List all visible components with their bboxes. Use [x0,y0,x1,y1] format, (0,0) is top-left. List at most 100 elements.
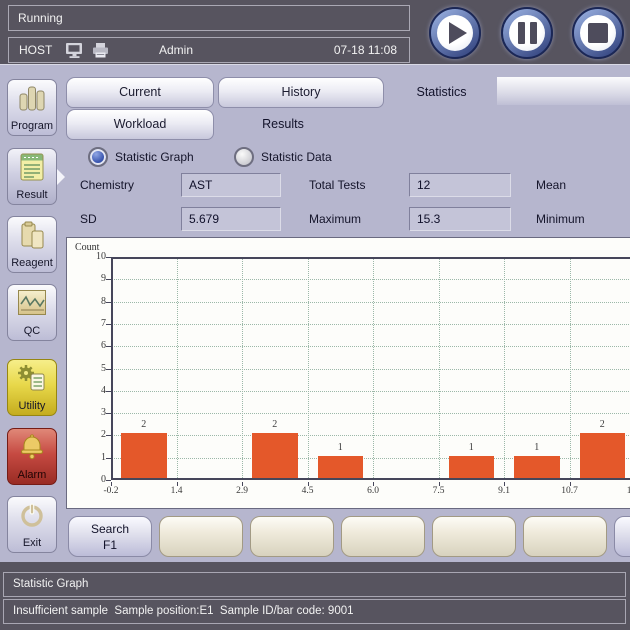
x-tick-label: 2.9 [224,486,260,496]
function-button-6[interactable] [523,516,607,557]
y-tick-label: 1 [71,452,106,463]
tab-results[interactable]: Results [218,109,348,140]
chart-bar [121,433,167,478]
x-axis-line [111,478,630,480]
x-tick-label: 9.1 [486,486,522,496]
bell-icon [17,433,47,461]
chart-bar-value: 1 [325,442,355,453]
pause-button-face [509,15,545,51]
chart-bar-value: 2 [260,419,290,430]
selected-item-arrow-icon [57,169,65,185]
printer-icon [91,42,110,62]
chart-bar [580,433,626,478]
x-tick-label: 1.4 [159,486,195,496]
function-button-2[interactable] [159,516,243,557]
statistic-data-radio[interactable] [234,147,254,167]
y-tick-label: 0 [71,474,106,485]
h-gridline [111,391,630,392]
sidebar-item-program[interactable]: Program [7,79,57,136]
status-area: Statistic Graph Insufficient sample Samp… [0,562,630,630]
sidebar-item-utility[interactable]: Utility [7,359,57,416]
y-tick-label: 10 [71,251,106,262]
h-gridline [111,324,630,325]
x-tick-label: 4.5 [290,486,326,496]
x-tick-label: -0.2 [93,486,129,496]
datetime: 07-18 11:08 [334,38,397,62]
v-gridline [308,257,309,480]
tab-label: History [282,85,321,99]
h-gridline [111,302,630,303]
monitor-icon [65,42,84,62]
chart-bar-value: 2 [587,419,617,430]
alarm-message: Insufficient sample Sample position:E1 S… [3,599,626,624]
statistic-graph-radio-label: Statistic Graph [115,147,194,167]
v-gridline [242,257,243,480]
pause-button[interactable] [501,7,553,59]
function-button-7[interactable] [614,516,630,557]
sidebar-item-alarm[interactable]: Alarm [7,428,57,485]
v-gridline [504,257,505,480]
sidebar-item-reagent[interactable]: Reagent [7,216,57,273]
sidebar-item-label: Reagent [11,257,53,269]
chart-bar-value: 1 [456,442,486,453]
v-gridline [373,257,374,480]
chemistry-field[interactable]: AST [181,173,281,197]
columns-icon [17,84,47,112]
y-tick-mark [106,480,111,481]
function-button-5[interactable] [432,516,516,557]
sd-field[interactable]: 5.679 [181,207,281,231]
sidebar-item-label: Result [16,189,47,201]
tab-statistics[interactable]: Statistics [386,77,497,108]
h-gridline [111,413,630,414]
sidebar-item-label: Exit [23,537,41,549]
tab-strip-filler [497,77,630,105]
sidebar-item-qc[interactable]: QC [7,284,57,341]
sidebar-item-label: Program [11,120,53,132]
chart-bar [514,456,560,478]
sidebar-item-result[interactable]: Result [7,148,57,205]
sd-label: SD [80,207,97,231]
report-icon [17,153,47,181]
mean-label: Mean [536,173,566,197]
start-button-face [437,15,473,51]
x-tick-label: 6.0 [355,486,391,496]
stop-icon [588,23,608,43]
stop-button[interactable] [572,7,624,59]
machine-status-text: Running [18,11,63,25]
maximum-field[interactable]: 15.3 [409,207,511,231]
current-view-status: Statistic Graph [3,572,626,597]
x-tick-label: 10.7 [552,486,588,496]
total-tests-field[interactable]: 12 [409,173,511,197]
function-button-3[interactable] [250,516,334,557]
tab-label: Workload [114,117,167,131]
host-info-bar: HOST Admin 07-18 11:08 [8,37,410,63]
maximum-label: Maximum [309,207,361,231]
main-area: Program Result Reagent [0,64,630,562]
chart-bar [318,456,364,478]
search-button-label: Search [69,521,151,537]
tab-current[interactable]: Current [66,77,214,108]
v-gridline [177,257,178,480]
statistic-graph-radio[interactable] [88,147,108,167]
chemistry-label: Chemistry [80,173,134,197]
start-button[interactable] [429,7,481,59]
tab-history[interactable]: History [218,77,384,108]
logged-in-user: Admin [159,38,193,62]
chart-bar [449,456,495,478]
pause-icon [518,22,537,44]
h-gridline [111,369,630,370]
h-gridline [111,346,630,347]
sidebar-item-exit[interactable]: Exit [7,496,57,553]
sidebar-item-label: Alarm [18,469,47,481]
search-f1-button[interactable]: Search F1 [68,516,152,557]
stop-button-face [580,15,616,51]
machine-status-box: Running [8,5,410,31]
function-button-4[interactable] [341,516,425,557]
tab-workload[interactable]: Workload [66,109,214,140]
x-axis-top [111,257,630,259]
minimum-label: Minimum [536,207,585,231]
y-axis-line [111,257,113,480]
h-gridline [111,435,630,436]
v-gridline [439,257,440,480]
y-tick-label: 8 [71,296,106,307]
